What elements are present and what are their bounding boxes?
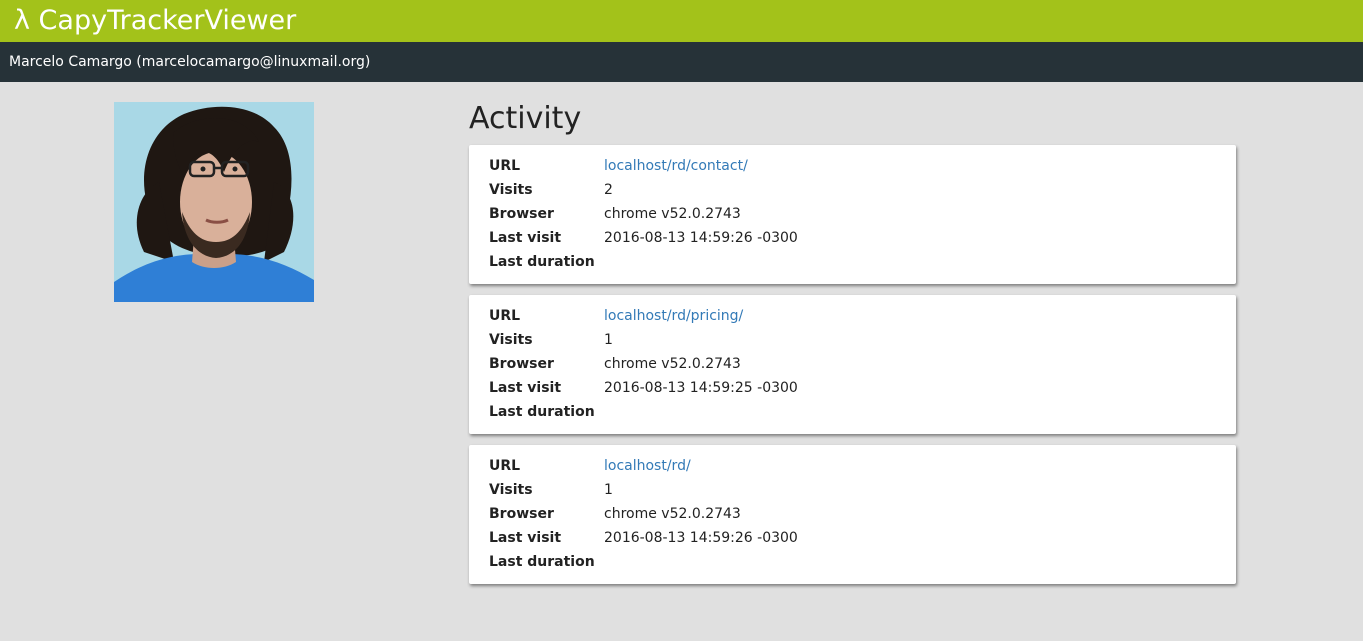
url-label: URL bbox=[489, 158, 521, 174]
url-label: URL bbox=[489, 458, 521, 474]
avatar bbox=[114, 102, 314, 302]
user-bar: Marcelo Camargo (marcelocamargo@linuxmai… bbox=[0, 42, 1363, 82]
visits-label: Visits bbox=[489, 332, 533, 348]
last-visit-value: 2016-08-13 14:59:26 -0300 bbox=[604, 530, 798, 546]
url-row: URL localhost/rd/pricing/ bbox=[489, 304, 1229, 328]
browser-value: chrome v52.0.2743 bbox=[604, 206, 741, 222]
last-visit-value: 2016-08-13 14:59:25 -0300 bbox=[604, 380, 798, 396]
visits-row: Visits 2 bbox=[489, 178, 1229, 202]
last-visit-label: Last visit bbox=[489, 380, 562, 396]
last-duration-row: Last duration bbox=[489, 550, 1229, 574]
last-visit-label: Last visit bbox=[489, 230, 562, 246]
visits-value: 1 bbox=[604, 332, 613, 348]
last-duration-row: Last duration bbox=[489, 400, 1229, 424]
last-duration-row: Last duration bbox=[489, 250, 1229, 274]
browser-row: Browser chrome v52.0.2743 bbox=[489, 502, 1229, 526]
browser-value: chrome v52.0.2743 bbox=[604, 506, 741, 522]
visits-label: Visits bbox=[489, 182, 533, 198]
browser-row: Browser chrome v52.0.2743 bbox=[489, 202, 1229, 226]
app-header: λ CapyTrackerViewer bbox=[0, 0, 1363, 42]
last-visit-row: Last visit 2016-08-13 14:59:26 -0300 bbox=[489, 226, 1229, 250]
app-title: λ CapyTrackerViewer bbox=[14, 5, 297, 36]
visits-row: Visits 1 bbox=[489, 478, 1229, 502]
url-link[interactable]: localhost/rd/pricing/ bbox=[604, 304, 743, 328]
last-visit-row: Last visit 2016-08-13 14:59:25 -0300 bbox=[489, 376, 1229, 400]
activity-card: URL localhost/rd/contact/ Visits 2 Brows… bbox=[469, 145, 1236, 284]
last-visit-row: Last visit 2016-08-13 14:59:26 -0300 bbox=[489, 526, 1229, 550]
avatar-photo bbox=[114, 102, 314, 302]
visits-value: 1 bbox=[604, 482, 613, 498]
url-link[interactable]: localhost/rd/contact/ bbox=[604, 154, 748, 178]
browser-label: Browser bbox=[489, 506, 554, 522]
user-info: Marcelo Camargo (marcelocamargo@linuxmai… bbox=[9, 54, 371, 70]
last-visit-value: 2016-08-13 14:59:26 -0300 bbox=[604, 230, 798, 246]
url-row: URL localhost/rd/contact/ bbox=[489, 154, 1229, 178]
browser-label: Browser bbox=[489, 356, 554, 372]
activity-heading: Activity bbox=[469, 101, 582, 136]
browser-value: chrome v52.0.2743 bbox=[604, 356, 741, 372]
visits-value: 2 bbox=[604, 182, 613, 198]
activity-card: URL localhost/rd/pricing/ Visits 1 Brows… bbox=[469, 295, 1236, 434]
visits-label: Visits bbox=[489, 482, 533, 498]
last-duration-label: Last duration bbox=[489, 404, 595, 420]
url-label: URL bbox=[489, 308, 521, 324]
url-link[interactable]: localhost/rd/ bbox=[604, 454, 691, 478]
activity-card: URL localhost/rd/ Visits 1 Browser chrom… bbox=[469, 445, 1236, 584]
visits-row: Visits 1 bbox=[489, 328, 1229, 352]
last-visit-label: Last visit bbox=[489, 530, 562, 546]
last-duration-label: Last duration bbox=[489, 254, 595, 270]
last-duration-label: Last duration bbox=[489, 554, 595, 570]
browser-row: Browser chrome v52.0.2743 bbox=[489, 352, 1229, 376]
browser-label: Browser bbox=[489, 206, 554, 222]
url-row: URL localhost/rd/ bbox=[489, 454, 1229, 478]
